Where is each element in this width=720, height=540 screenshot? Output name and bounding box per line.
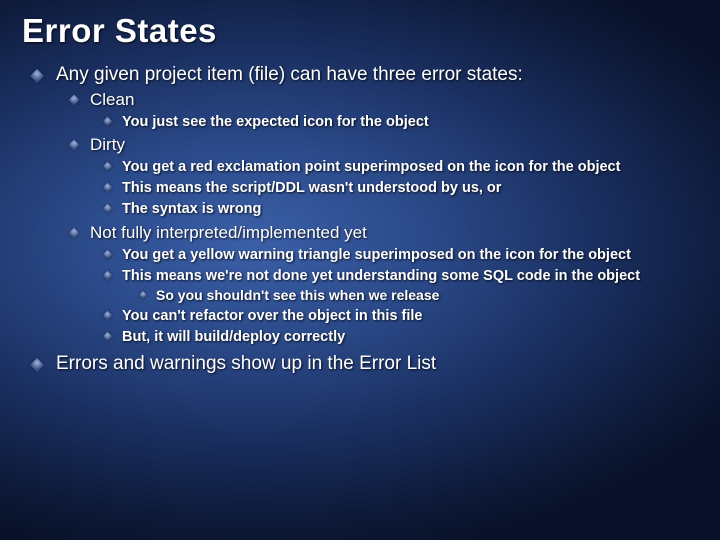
bullet-text: You get a red exclamation point superimp… bbox=[122, 159, 620, 175]
list-item: Errors and warnings show up in the Error… bbox=[30, 353, 698, 375]
list-item: So you shouldn't see this when we releas… bbox=[138, 287, 698, 305]
slide: Error States Any given project item (fil… bbox=[0, 0, 720, 540]
slide-title: Error States bbox=[22, 12, 698, 50]
bullet-text: Dirty bbox=[90, 135, 125, 154]
bullet-text: You get a yellow warning triangle superi… bbox=[122, 247, 631, 263]
bullet-text: This means the script/DDL wasn't underst… bbox=[122, 180, 501, 196]
list-item: Any given project item (file) can have t… bbox=[30, 64, 698, 347]
bullet-text: You can't refactor over the object in th… bbox=[122, 308, 423, 324]
list-item: You get a red exclamation point superimp… bbox=[102, 158, 698, 176]
bullet-text: Errors and warnings show up in the Error… bbox=[56, 353, 436, 374]
list-item: Not fully interpreted/implemented yet Yo… bbox=[68, 223, 698, 347]
list-item: But, it will build/deploy correctly bbox=[102, 328, 698, 346]
bullet-text: But, it will build/deploy correctly bbox=[122, 329, 345, 345]
bullet-list: Any given project item (file) can have t… bbox=[30, 64, 698, 375]
bullet-text: Not fully interpreted/implemented yet bbox=[90, 223, 367, 242]
list-item: The syntax is wrong bbox=[102, 200, 698, 218]
bullet-text: The syntax is wrong bbox=[122, 201, 261, 217]
bullet-text: Any given project item (file) can have t… bbox=[56, 64, 523, 85]
bullet-text: Clean bbox=[90, 90, 134, 109]
list-item: You can't refactor over the object in th… bbox=[102, 307, 698, 325]
list-item: Clean You just see the expected icon for… bbox=[68, 90, 698, 131]
list-item: Dirty You get a red exclamation point su… bbox=[68, 135, 698, 218]
bullet-text: So you shouldn't see this when we releas… bbox=[156, 287, 439, 303]
list-item: You get a yellow warning triangle superi… bbox=[102, 246, 698, 264]
list-item: You just see the expected icon for the o… bbox=[102, 113, 698, 131]
bullet-text: You just see the expected icon for the o… bbox=[122, 114, 429, 130]
list-item: This means the script/DDL wasn't underst… bbox=[102, 179, 698, 197]
list-item: This means we're not done yet understand… bbox=[102, 267, 698, 305]
bullet-text: This means we're not done yet understand… bbox=[122, 268, 640, 284]
